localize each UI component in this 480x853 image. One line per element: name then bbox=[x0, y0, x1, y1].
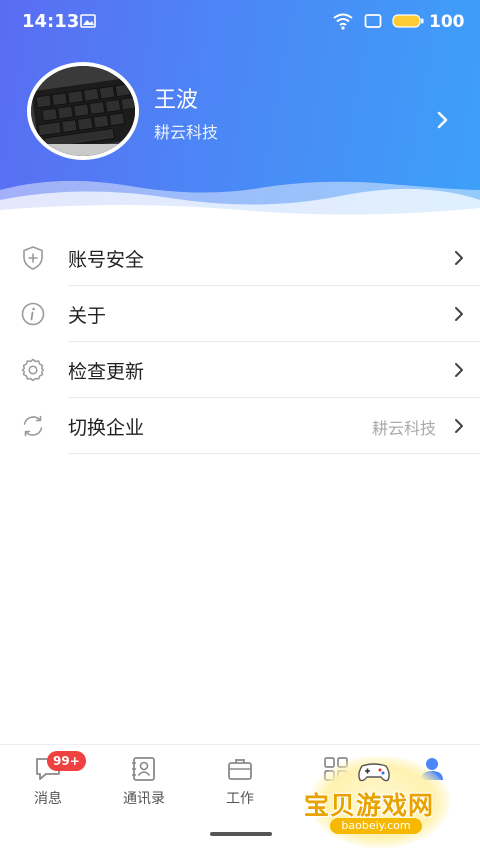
contacts-icon bbox=[132, 757, 155, 781]
user-company: 耕云科技 bbox=[154, 123, 219, 142]
status-time: 14:13 bbox=[22, 11, 80, 32]
profile-header: 14:13 100 王波 耕云科技 bbox=[0, 0, 480, 218]
chevron-right-icon[interactable] bbox=[436, 110, 450, 130]
chevron-right-icon bbox=[455, 251, 463, 265]
menu-label: 切换企业 bbox=[68, 417, 145, 439]
battery-icon bbox=[392, 14, 424, 28]
shield-icon bbox=[23, 246, 43, 270]
tab-label: 通讯录 bbox=[123, 791, 165, 807]
status-bar: 14:13 100 bbox=[0, 0, 480, 44]
user-name[interactable]: 王波 bbox=[154, 82, 198, 114]
tab-work[interactable]: 工作 bbox=[192, 745, 288, 815]
watermark-url: baobeiy.com bbox=[330, 818, 422, 834]
chevron-right-icon bbox=[455, 363, 463, 377]
home-indicator[interactable] bbox=[210, 832, 272, 836]
menu-label: 账号安全 bbox=[68, 249, 145, 271]
screen-icon bbox=[364, 14, 382, 28]
gear-icon bbox=[21, 358, 45, 382]
menu-item-about[interactable]: 关于 bbox=[0, 286, 480, 342]
briefcase-icon bbox=[228, 759, 252, 780]
menu-item-account-security[interactable]: 账号安全 bbox=[0, 230, 480, 286]
keyboard-photo bbox=[31, 66, 135, 156]
chevron-right-icon bbox=[455, 307, 463, 321]
tab-label: 工作 bbox=[226, 791, 254, 807]
wifi-icon bbox=[333, 13, 353, 30]
tab-messages[interactable]: 99+ 消息 bbox=[0, 745, 96, 815]
settings-menu: 账号安全 关于 检查更新 切换企业 耕云科技 bbox=[0, 230, 480, 454]
avatar[interactable] bbox=[27, 62, 139, 160]
watermark-logo: 宝贝游戏网 baobeiy.com bbox=[300, 756, 462, 848]
watermark-text: 宝贝游戏网 bbox=[304, 791, 435, 820]
image-notification-icon bbox=[80, 14, 96, 28]
menu-label: 关于 bbox=[68, 305, 107, 327]
switch-icon bbox=[23, 415, 43, 437]
divider bbox=[68, 453, 480, 454]
chevron-right-icon bbox=[455, 419, 463, 433]
gamepad-icon bbox=[358, 763, 390, 782]
unread-badge: 99+ bbox=[47, 751, 86, 771]
header-wave bbox=[0, 180, 480, 218]
menu-item-switch-company[interactable]: 切换企业 耕云科技 bbox=[0, 398, 480, 454]
current-company-value: 耕云科技 bbox=[371, 419, 436, 438]
menu-item-check-update[interactable]: 检查更新 bbox=[0, 342, 480, 398]
battery-level: 100 bbox=[429, 12, 465, 32]
menu-label: 检查更新 bbox=[68, 361, 145, 383]
info-icon bbox=[21, 302, 45, 326]
tab-contacts[interactable]: 通讯录 bbox=[96, 745, 192, 815]
tab-label: 消息 bbox=[34, 791, 62, 807]
